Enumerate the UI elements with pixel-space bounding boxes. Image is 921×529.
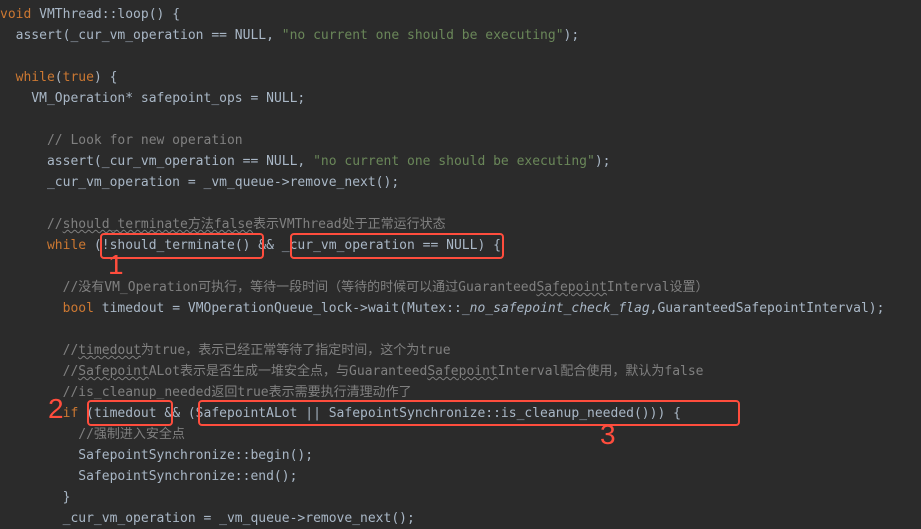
code-text: _cur_vm_operation = _vm_queue->remove_ne… [0, 175, 399, 190]
code-text: } [0, 490, 70, 505]
comment: //强制进入安全点 [0, 427, 185, 442]
comment: Interval设置） [607, 280, 709, 295]
code-text: ,GuaranteedSafepointInterval); [650, 301, 885, 316]
code-block: void VMThread::loop() { assert(_cur_vm_o… [0, 0, 921, 529]
comment: 表示VMThread处于正常运行状态 [253, 217, 446, 232]
keyword-if: if [63, 406, 79, 421]
code-text: = VMOperationQueue_lock->wait(Mutex:: [164, 301, 461, 316]
variable-name: timedout [102, 301, 165, 316]
comment: // [0, 364, 78, 379]
keyword-while: while [47, 238, 86, 253]
code-text: VM_Operation* [0, 91, 141, 106]
comment-underlined: Safepoint [536, 280, 606, 295]
variable-name: safepoint_ops [141, 91, 243, 106]
string-literal: "no current one should be executing" [313, 154, 595, 169]
code-editor-viewport[interactable]: void VMThread::loop() { assert(_cur_vm_o… [0, 0, 921, 529]
code-text: assert(_cur_vm_operation == NULL, [0, 154, 313, 169]
comment: 为true，表示已经正常等待了指定时间，这个为true [141, 343, 451, 358]
comment-underlined: Safepoint [427, 364, 497, 379]
comment: ALot表示是否生成一堆安全点，与Guaranteed [149, 364, 428, 379]
comment-underlined: timedout [78, 343, 141, 358]
keyword-true: true [63, 70, 94, 85]
code-text: assert(_cur_vm_operation == NULL, [0, 28, 282, 43]
keyword-void: void [0, 7, 31, 22]
code-text: ) { [94, 70, 117, 85]
code-text [94, 301, 102, 316]
code-text: ( [55, 70, 63, 85]
code-text: = NULL; [243, 91, 306, 106]
comment: // [0, 217, 63, 232]
comment: //is_cleanup_needed返回true表示需要执行清理动作了 [0, 385, 412, 400]
comment-underlined: should_terminate方法false [63, 217, 253, 232]
comment: //没有VM_Operation可执行，等待一段时间（等待的时候可以通过Guar… [0, 280, 536, 295]
keyword-while: while [16, 70, 55, 85]
comment: Interval配合使用，默认为false [498, 364, 704, 379]
code-text: (timedout && (SafepointALot || Safepoint… [78, 406, 681, 421]
code-text: ); [564, 28, 580, 43]
string-literal: "no current one should be executing" [282, 28, 564, 43]
keyword-bool: bool [63, 301, 94, 316]
code-text: ); [595, 154, 611, 169]
comment: // [0, 343, 78, 358]
code-text: VMThread::loop() { [31, 7, 180, 22]
comment: // Look for new operation [0, 133, 243, 148]
code-text: SafepointSynchronize::end(); [0, 469, 297, 484]
comment-underlined: Safepoint [78, 364, 148, 379]
code-text: (!should_terminate() && _cur_vm_operatio… [86, 238, 501, 253]
code-text: SafepointSynchronize::begin(); [0, 448, 313, 463]
code-text: _cur_vm_operation = _vm_queue->remove_ne… [0, 511, 415, 526]
static-member: _no_safepoint_check_flag [462, 301, 650, 316]
